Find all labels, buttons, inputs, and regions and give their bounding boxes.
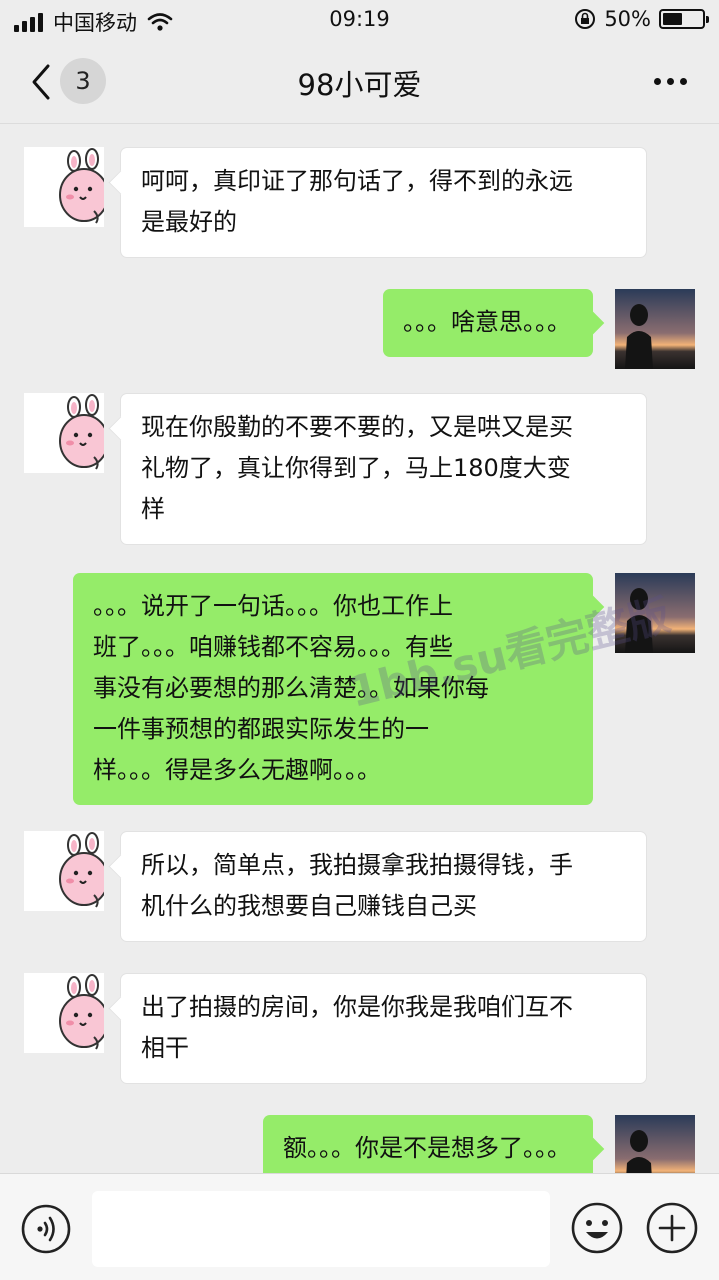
bunny-icon: [59, 148, 104, 224]
message-input[interactable]: [92, 1191, 550, 1267]
incoming-message-bubble[interactable]: 所以，简单点，我拍摄拿我拍摄得钱，手 机什么的我想要自己赚钱自己买: [120, 831, 647, 942]
silhouette-icon: [625, 304, 653, 369]
bunny-icon: [59, 974, 104, 1050]
contact-avatar[interactable]: [24, 147, 104, 227]
self-avatar[interactable]: [615, 1115, 695, 1173]
more-dots-icon[interactable]: [654, 78, 687, 85]
battery-icon: [659, 9, 709, 29]
contact-avatar[interactable]: [24, 973, 104, 1053]
orientation-lock-icon: [575, 9, 596, 29]
input-bar: [0, 1173, 719, 1280]
silhouette-icon: [626, 1130, 652, 1173]
chat-title: 98小可爱: [297, 68, 422, 102]
bunny-icon: [59, 832, 104, 908]
outgoing-message-bubble[interactable]: 。。。说开了一句话。。。你也工作上 班了。。。咱赚钱都不容易。。。有些 事没有必…: [73, 573, 593, 805]
self-avatar[interactable]: [615, 289, 695, 369]
self-avatar[interactable]: [615, 573, 695, 653]
incoming-message-bubble[interactable]: 呵呵，真印证了那句话了，得不到的永远 是最好的: [120, 147, 647, 258]
battery-percent: 50%: [604, 7, 651, 31]
contact-avatar[interactable]: [24, 393, 104, 473]
emoji-icon[interactable]: [570, 1201, 624, 1255]
message-list[interactable]: 呵呵，真印证了那句话了，得不到的永远 是最好的 。。。啥意思。。。 现在你殷勤的…: [0, 125, 719, 1173]
outgoing-message-bubble[interactable]: 。。。啥意思。。。: [383, 289, 593, 357]
plus-icon[interactable]: [645, 1201, 699, 1255]
silhouette-icon: [625, 588, 653, 653]
incoming-message-bubble[interactable]: 现在你殷勤的不要不要的，又是哄又是买 礼物了，真让你得到了，马上180度大变 样: [120, 393, 647, 545]
contact-avatar[interactable]: [24, 831, 104, 911]
voice-icon[interactable]: [20, 1203, 72, 1255]
outgoing-message-bubble[interactable]: 额。。。你是不是想多了。。。: [263, 1115, 593, 1173]
bunny-icon: [59, 394, 104, 470]
incoming-message-bubble[interactable]: 出了拍摄的房间，你是你我是我咱们互不 相干: [120, 973, 647, 1084]
status-bar: 中国移动 09:19 50%: [0, 0, 719, 40]
chat-header: 3 98小可爱: [0, 40, 719, 124]
